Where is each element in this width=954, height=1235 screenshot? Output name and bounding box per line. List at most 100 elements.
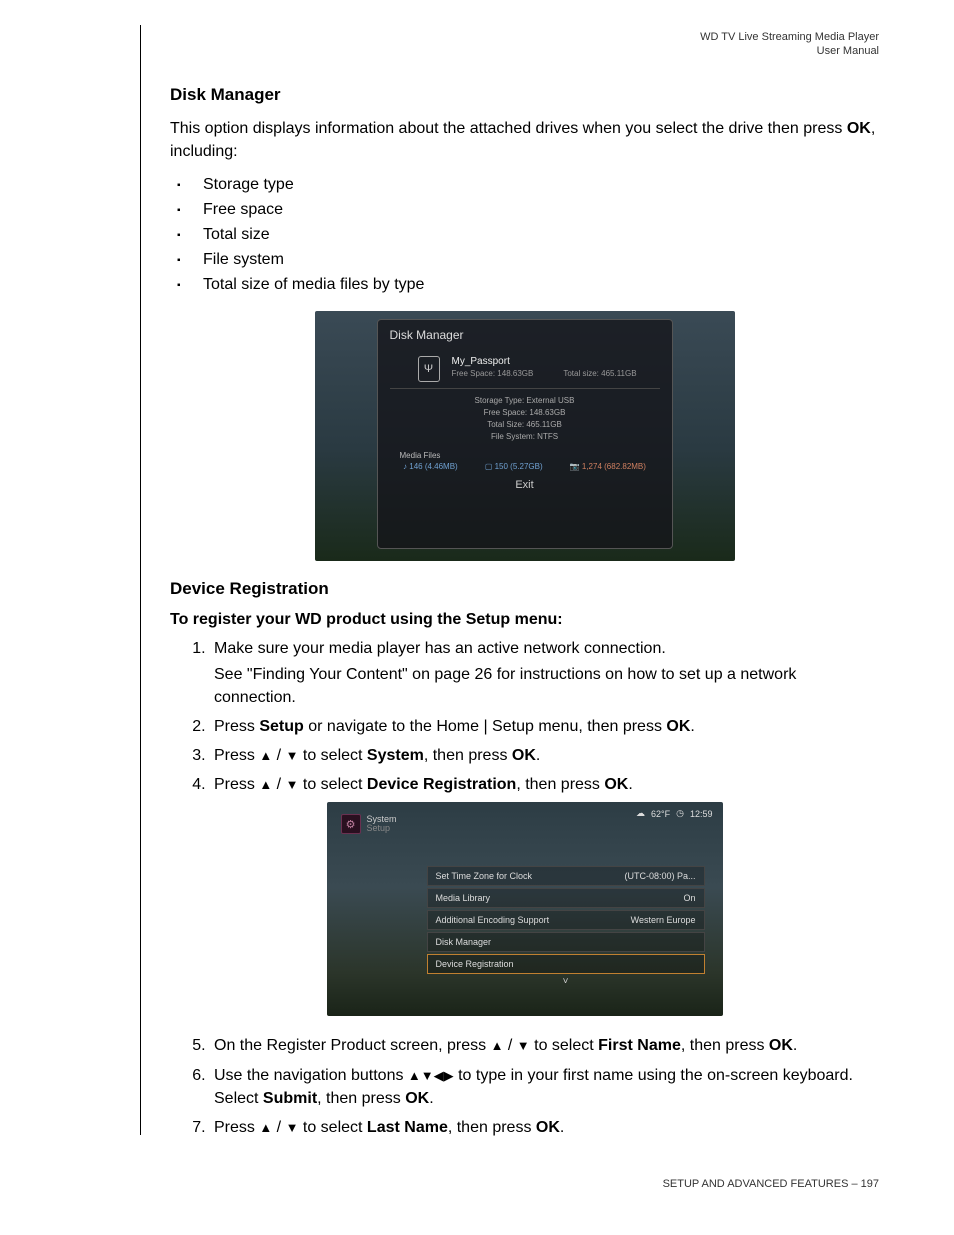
setup-item-selected: Device Registration <box>427 954 705 974</box>
t: , then press <box>516 776 604 793</box>
t: / <box>272 776 285 793</box>
bullet: Free space <box>195 198 879 223</box>
dm-detail-free: Free Space: 148.63GB <box>390 407 660 419</box>
intro-ok: OK <box>847 120 871 137</box>
dm-detail-fs: File System: NTFS <box>390 431 660 443</box>
step-2: Press Setup or navigate to the Home | Se… <box>210 715 879 738</box>
intro-text-a: This option displays information about t… <box>170 120 847 137</box>
t: OK <box>405 1090 429 1107</box>
t: Press <box>214 718 259 735</box>
dm-drive-name: My_Passport <box>452 356 660 367</box>
step-7: Press ▲ / ▼ to select Last Name, then pr… <box>210 1116 879 1139</box>
t: . <box>628 776 632 793</box>
l: Additional Encoding Support <box>436 915 550 925</box>
t: OK <box>536 1119 560 1136</box>
l: Disk Manager <box>436 937 492 947</box>
t: or navigate to the Home | Setup menu, th… <box>304 718 667 735</box>
t: / <box>272 1119 285 1136</box>
up-arrow-icon: ▲ <box>408 1067 421 1086</box>
t: Setup <box>259 718 303 735</box>
t: Device Registration <box>367 776 516 793</box>
dm-media-label: Media Files <box>400 451 660 460</box>
header-line-2: User Manual <box>700 44 879 58</box>
temp-value: 62°F <box>651 809 670 819</box>
up-arrow-icon: ▲ <box>491 1037 504 1056</box>
t: OK <box>512 747 536 764</box>
dm-detail-total: Total Size: 465.11GB <box>390 419 660 431</box>
up-arrow-icon: ▲ <box>259 1119 272 1138</box>
disk-manager-bullets: Storage type Free space Total size File … <box>195 173 879 297</box>
dm-free-space: Free Space: 148.63GB <box>452 369 534 378</box>
step1-line2: See "Finding Your Content" on page 26 fo… <box>214 663 879 709</box>
t: . <box>690 718 694 735</box>
clock-icon: ◷ <box>676 808 684 819</box>
setup-item: Set Time Zone for Clock (UTC-08:00) Pa... <box>427 866 705 886</box>
r: Western Europe <box>631 915 696 925</box>
t: Press <box>214 776 259 793</box>
chevron-down-icon: ˅ <box>427 976 705 987</box>
dm-total-size: Total size: 465.11GB <box>563 369 636 378</box>
steps-list-b: On the Register Product screen, press ▲ … <box>210 1034 879 1139</box>
page-header: WD TV Live Streaming Media Player User M… <box>700 30 879 59</box>
t: OK <box>769 1037 793 1054</box>
right-arrow-icon: ▶ <box>444 1067 454 1086</box>
t: Press <box>214 747 259 764</box>
bullet: Total size <box>195 223 879 248</box>
dm-exit: Exit <box>390 479 660 491</box>
disk-manager-intro: This option displays information about t… <box>170 117 879 163</box>
up-arrow-icon: ▲ <box>259 776 272 795</box>
left-arrow-icon: ◀ <box>434 1067 444 1086</box>
t: to select <box>530 1037 598 1054</box>
r: On <box>683 893 695 903</box>
t: On the Register Product screen, press <box>214 1037 491 1054</box>
dm-media-music: ♪ 146 (4.46MB) <box>403 462 458 471</box>
steps-list-a: Make sure your media player has an activ… <box>210 637 879 796</box>
t: Submit <box>263 1090 317 1107</box>
t: System <box>367 747 424 764</box>
t: OK <box>666 718 690 735</box>
t: to select <box>298 776 366 793</box>
step-5: On the Register Product screen, press ▲ … <box>210 1034 879 1057</box>
dm-media-photo: 📷 1,274 (682.82MB) <box>570 462 646 471</box>
dm-title: Disk Manager <box>390 328 660 342</box>
cloud-icon: ☁ <box>636 808 645 819</box>
t: to select <box>298 747 366 764</box>
up-arrow-icon: ▲ <box>259 747 272 766</box>
disk-manager-screenshot: Disk Manager Ψ My_Passport Free Space: 1… <box>315 311 735 561</box>
down-arrow-icon: ▼ <box>421 1067 434 1086</box>
t: Use the navigation buttons <box>214 1067 408 1084</box>
step-6: Use the navigation buttons ▲▼◀▶ to type … <box>210 1064 879 1110</box>
t: , then press <box>317 1090 405 1107</box>
setup-item: Additional Encoding Support Western Europ… <box>427 910 705 930</box>
crumb-setup: Setup <box>367 824 397 834</box>
dm-detail-storage: Storage Type: External USB <box>390 395 660 407</box>
down-arrow-icon: ▼ <box>286 1119 299 1138</box>
device-registration-heading: Device Registration <box>170 579 879 599</box>
page-footer: SETUP AND ADVANCED FEATURES – 197 <box>663 1178 879 1190</box>
setup-screenshot: ☁ 62°F ◷ 12:59 ⚙ System Setup Set Time Z… <box>327 802 723 1016</box>
step-3: Press ▲ / ▼ to select System, then press… <box>210 744 879 767</box>
t: / <box>503 1037 516 1054</box>
t: , then press <box>448 1119 536 1136</box>
bullet: Storage type <box>195 173 879 198</box>
t: . <box>560 1119 564 1136</box>
t: , then press <box>681 1037 769 1054</box>
usb-icon: Ψ <box>418 356 440 382</box>
r: (UTC-08:00) Pa... <box>624 871 695 881</box>
header-line-1: WD TV Live Streaming Media Player <box>700 30 879 44</box>
l: Media Library <box>436 893 491 903</box>
setup-item: Media Library On <box>427 888 705 908</box>
step-1: Make sure your media player has an activ… <box>210 637 879 709</box>
t: Press <box>214 1119 259 1136</box>
vertical-divider <box>140 25 141 1135</box>
t: . <box>429 1090 433 1107</box>
t: OK <box>604 776 628 793</box>
t: to select <box>298 1119 366 1136</box>
t: . <box>793 1037 797 1054</box>
gear-icon: ⚙ <box>341 814 361 834</box>
l: Set Time Zone for Clock <box>436 871 533 881</box>
disk-manager-heading: Disk Manager <box>170 85 879 105</box>
dm-media-video: ▢ 150 (5.27GB) <box>485 462 543 471</box>
t: Last Name <box>367 1119 448 1136</box>
t: , then press <box>424 747 512 764</box>
